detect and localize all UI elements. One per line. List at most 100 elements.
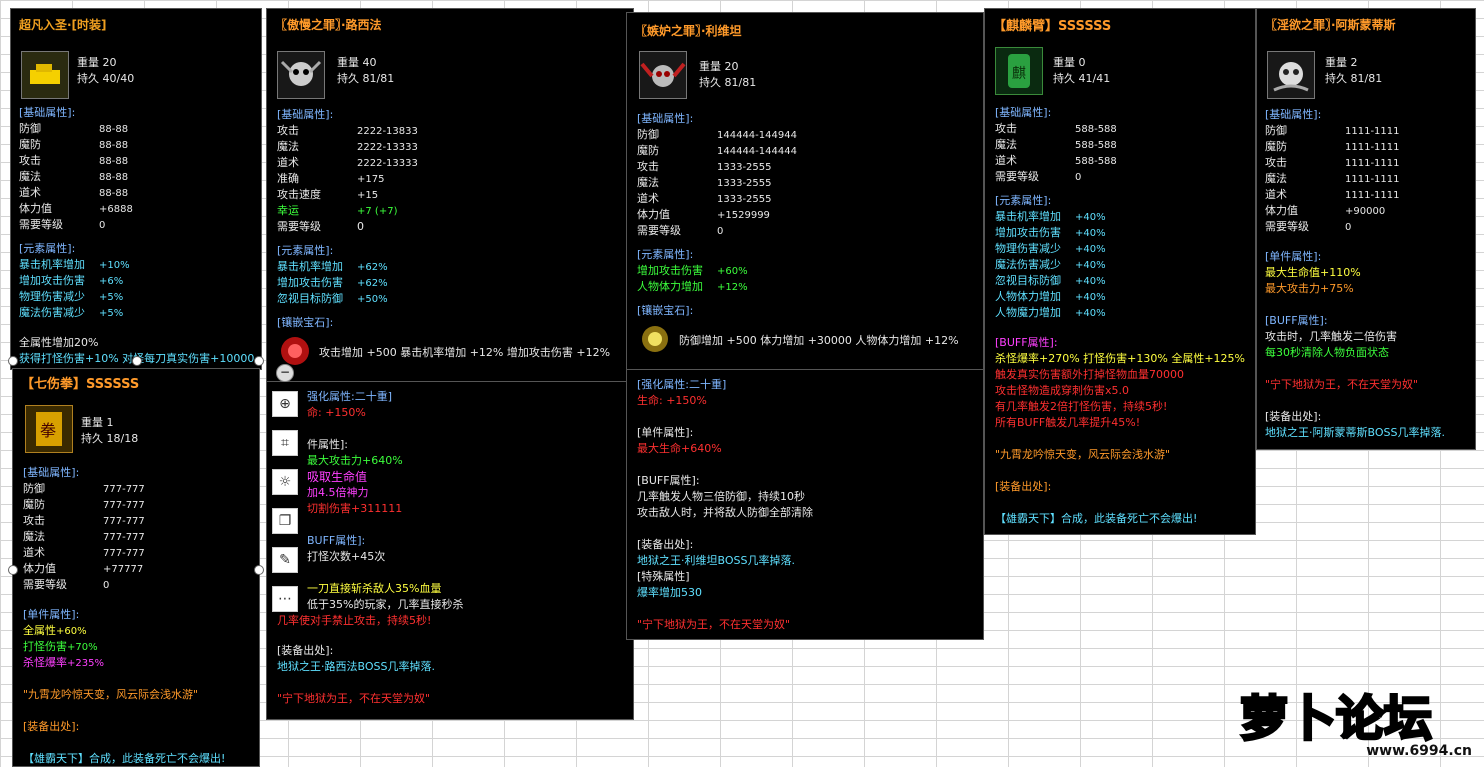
attr-row: 增加攻击伤害 +6% xyxy=(19,274,124,287)
attr-row: 魔法 777-777 xyxy=(23,530,145,543)
logo-url: www.6994.cn xyxy=(1366,743,1472,759)
elem-attr-label: [元素属性]: xyxy=(995,194,1052,207)
buff-label: BUFF属性]: xyxy=(307,534,366,547)
attr-row: 攻击速度 +15 xyxy=(277,188,379,201)
edit-icon[interactable]: ✎ xyxy=(272,547,298,573)
forum-logo: 萝卜论坛 www.6994.cn xyxy=(1236,681,1476,761)
attr-row: 魔法 2222-13333 xyxy=(277,140,418,153)
more-icon[interactable]: ⋯ xyxy=(272,586,298,612)
attr-row: 体力值 +1529999 xyxy=(637,208,770,221)
buff-3: 低于35%的玩家，几率直接秒杀 xyxy=(307,598,464,611)
attr-row: 防御 777-777 xyxy=(23,482,145,495)
resize-handle[interactable] xyxy=(254,565,264,575)
quote: "宁下地狱为王，不在天堂为奴" xyxy=(277,692,431,705)
buff-3: 攻击怪物造成穿刺伤害x5.0 xyxy=(995,384,1130,397)
attr-row: 人物体力增加 +12% xyxy=(637,280,748,293)
item-title: 【麒麟臂】SSSSSS xyxy=(993,19,1112,34)
attr-row: 体力值 +6888 xyxy=(19,202,133,215)
source-label: [装备出处]: xyxy=(637,538,694,551)
item-title: 〖傲慢之罪〗·路西法 xyxy=(275,18,382,32)
item-card-p4: 〖嫉妒之罪〗·利维坦 重量 20 持久 81/81 [基础属性]: 防御 1444… xyxy=(626,12,984,640)
zoom-in-icon[interactable]: ⊕ xyxy=(272,391,298,417)
single-attr-2: 吸取生命值 xyxy=(307,470,368,484)
durability: 持久 81/81 xyxy=(699,76,757,89)
attr-row: 魔法 1333-2555 xyxy=(637,176,772,189)
single-attr-1: 最大生命值+110% xyxy=(1265,266,1361,279)
weight: 重量 1 xyxy=(81,416,114,429)
single-attr-2: 最大攻击力+75% xyxy=(1265,282,1354,295)
durability: 持久 81/81 xyxy=(337,72,395,85)
attr-row: 道术 88-88 xyxy=(19,186,129,199)
source: 地狱之王·路西法BOSS几率掉落. xyxy=(277,660,435,673)
attr-row: 暴击机率增加 +10% xyxy=(19,258,130,271)
svg-text:麒: 麒 xyxy=(1012,66,1026,82)
elem-attr-label: [元素属性]: xyxy=(19,242,76,255)
attr-row: 道术 777-777 xyxy=(23,546,145,559)
single-attr-label: [单件属性]: xyxy=(1265,250,1322,263)
base-attr-label: [基础属性]: xyxy=(1265,108,1322,121)
source: 【雄霸天下】合成，此装备死亡不会爆出! xyxy=(23,752,226,765)
luck-row: 幸运 +7 (+7) xyxy=(277,204,398,217)
attr-row: 忽视目标防御 +40% xyxy=(995,274,1106,287)
item-title: 超凡入圣·[时装] xyxy=(19,18,107,32)
attr-row: 人物魔力增加 +40% xyxy=(995,306,1106,319)
gem-stats: 攻击增加 +500 暴击机率增加 +12% 增加攻击伤害 +12% xyxy=(319,346,611,359)
single-attr-4: 切割伤害+311111 xyxy=(307,502,403,515)
attr-row: 魔防 1111-1111 xyxy=(1265,140,1400,153)
weight: 重量 0 xyxy=(1053,56,1086,69)
attr-row: 魔法伤害减少 +5% xyxy=(19,306,124,319)
special-label: [特殊属性] xyxy=(637,570,690,583)
attr-row: 体力值 +90000 xyxy=(1265,204,1386,217)
attr-row: 需要等级 0 xyxy=(637,224,724,237)
gem-label: [镶嵌宝石]: xyxy=(637,304,694,317)
buff-2: 触发真实伤害额外打掉怪物血量70000 xyxy=(995,368,1184,381)
resize-handle[interactable] xyxy=(132,356,142,366)
item-card-p1: 超凡入圣·[时装] 重量 20 持久 40/40 [基础属性]: 防御 88-88… xyxy=(10,8,262,370)
weight: 重量 20 xyxy=(77,56,117,69)
source-label: [装备出处]: xyxy=(1265,410,1322,423)
attr-row: 攻击 88-88 xyxy=(19,154,129,167)
skull-crest-icon xyxy=(280,60,322,86)
item-card-p2[interactable]: 【七伤拳】SSSSSS 拳 重量 1 持久 18/18 [基础属性]: 防御 77… xyxy=(12,368,260,767)
item-icon xyxy=(21,51,69,99)
enhance-value: 生命: +150% xyxy=(637,394,707,407)
attr-row: 攻击 1111-1111 xyxy=(1265,156,1400,169)
attr-row: 需要等级 0 xyxy=(19,218,106,231)
buff-1: 打怪次数+45次 xyxy=(307,550,386,563)
attr-row: 防御 88-88 xyxy=(19,122,129,135)
attr-row: 物理伤害减少 +5% xyxy=(19,290,124,303)
attr-row: 魔法 1111-1111 xyxy=(1265,172,1400,185)
attr-row: 需要等级 0 xyxy=(995,170,1082,183)
attr-row: 需要等级 0 xyxy=(1265,220,1352,233)
svg-text:拳: 拳 xyxy=(40,421,56,440)
attr-row: 忽视目标防御 +50% xyxy=(277,292,388,305)
resize-handle[interactable] xyxy=(254,356,264,366)
source-label: [装备出处]: xyxy=(277,644,334,657)
item-icon xyxy=(639,51,687,99)
durability: 持久 81/81 xyxy=(1325,72,1383,85)
attr-row: 魔法 88-88 xyxy=(19,170,129,183)
copy-icon[interactable]: ❐ xyxy=(272,508,298,534)
base-attr-label: [基础属性]: xyxy=(637,112,694,125)
weight: 重量 40 xyxy=(337,56,377,69)
svg-text:萝卜论坛: 萝卜论坛 xyxy=(1240,691,1432,747)
source: 【雄霸天下】合成，此装备死亡不会爆出! xyxy=(995,512,1198,525)
resize-handle[interactable] xyxy=(8,565,18,575)
attr-row: 攻击 588-588 xyxy=(995,122,1117,135)
item-card-p3: 〖傲慢之罪〗·路西法 重量 40 持久 81/81 [基础属性]: 攻击 2222… xyxy=(266,8,634,720)
crop-icon[interactable]: ⌗ xyxy=(272,430,298,456)
single-attr-label: [单件属性]: xyxy=(23,608,80,621)
collapse-icon[interactable]: − xyxy=(276,364,294,382)
bulb-icon[interactable]: ☼ xyxy=(272,469,298,495)
buff-4: 几率使对手禁止攻击，持续5秒! xyxy=(277,614,432,627)
resize-handle[interactable] xyxy=(8,356,18,366)
durability: 持久 40/40 xyxy=(77,72,135,85)
attr-row: 增加攻击伤害 +62% xyxy=(277,276,388,289)
attr-row: 道术 1111-1111 xyxy=(1265,188,1400,201)
item-title: 〖淫欲之罪〗·阿斯蒙蒂斯 xyxy=(1265,18,1396,32)
enhance-label: 强化属性:二十重] xyxy=(307,390,392,403)
level-row: 需要等级 0 xyxy=(277,220,364,233)
elem-attr-label: [元素属性]: xyxy=(277,244,334,257)
item-title: 〖嫉妒之罪〗·利维坦 xyxy=(635,24,742,38)
single-attr-3: 杀怪爆率+235% xyxy=(23,656,104,669)
